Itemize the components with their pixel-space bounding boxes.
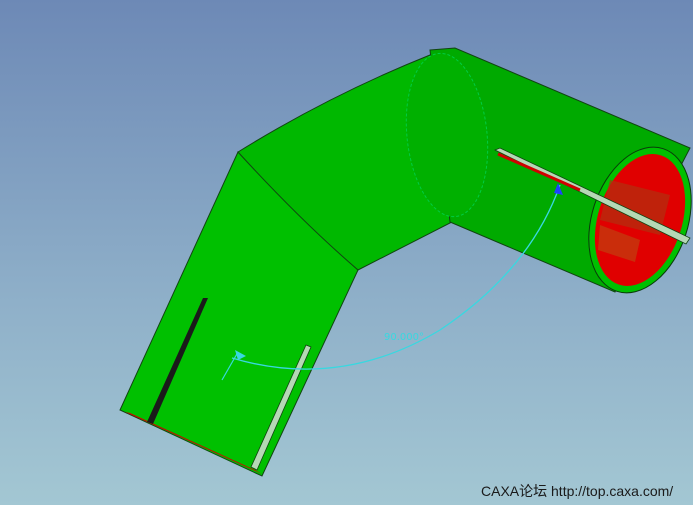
angle-dimension-label: 90.000° xyxy=(384,332,424,343)
elbow-pipe-model[interactable] xyxy=(119,47,693,477)
3d-viewport[interactable] xyxy=(0,0,693,505)
watermark: CAXA论坛 http://top.caxa.com/ xyxy=(481,483,674,499)
